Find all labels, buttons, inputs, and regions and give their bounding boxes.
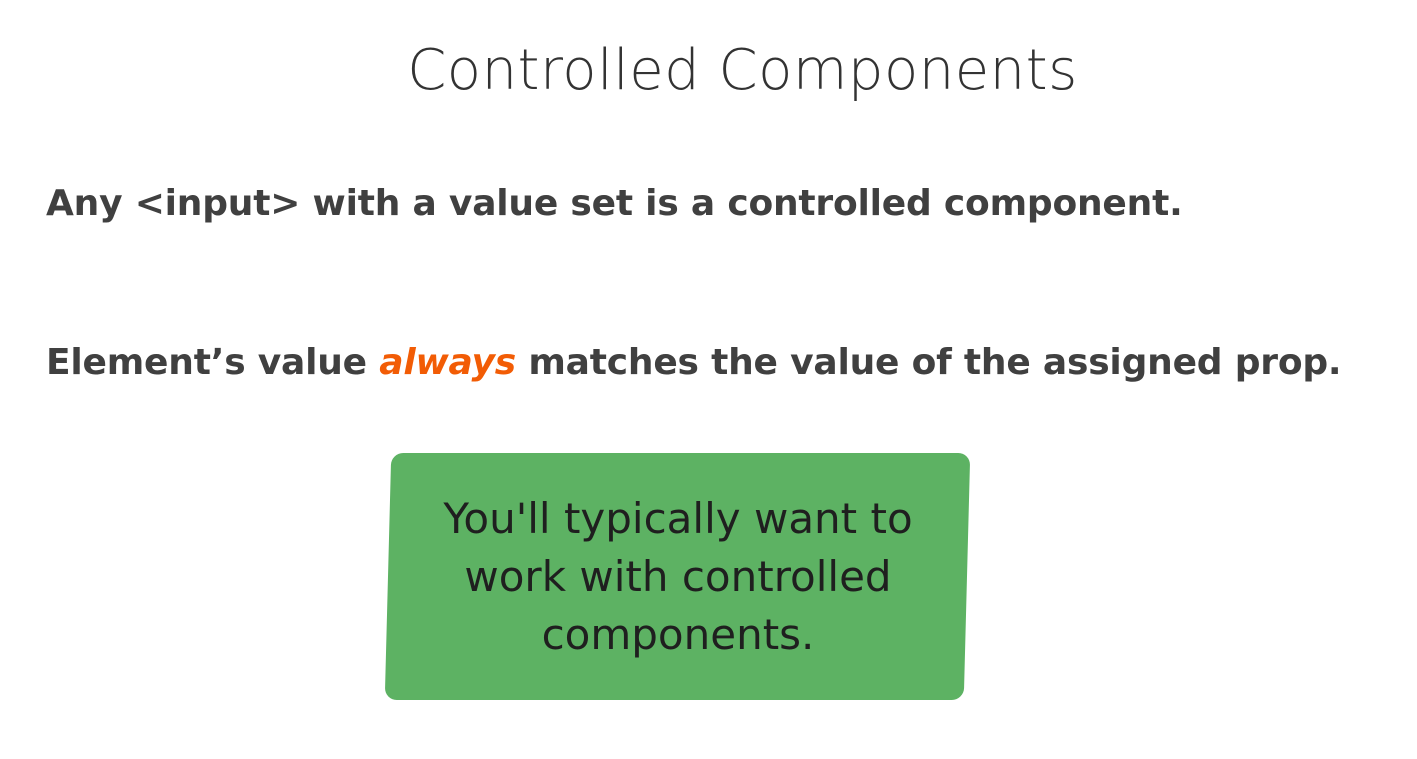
statement-value-matches-prop: Element’s value always matches the value… bbox=[46, 342, 1342, 383]
statement-prefix: Element’s value bbox=[46, 342, 380, 383]
statement-suffix: matches the value of the assigned prop. bbox=[516, 342, 1342, 383]
tip-callout: You'll typically want to work with contr… bbox=[384, 453, 971, 700]
emphasis-word: always bbox=[379, 342, 517, 383]
slide-title: Controlled Components bbox=[407, 38, 1078, 103]
tip-callout-text: You'll typically want to work with contr… bbox=[442, 493, 913, 659]
statement-controlled-input: Any <input> with a value set is a contro… bbox=[46, 183, 1183, 224]
slide: Controlled Components Any <input> with a… bbox=[0, 0, 1417, 759]
